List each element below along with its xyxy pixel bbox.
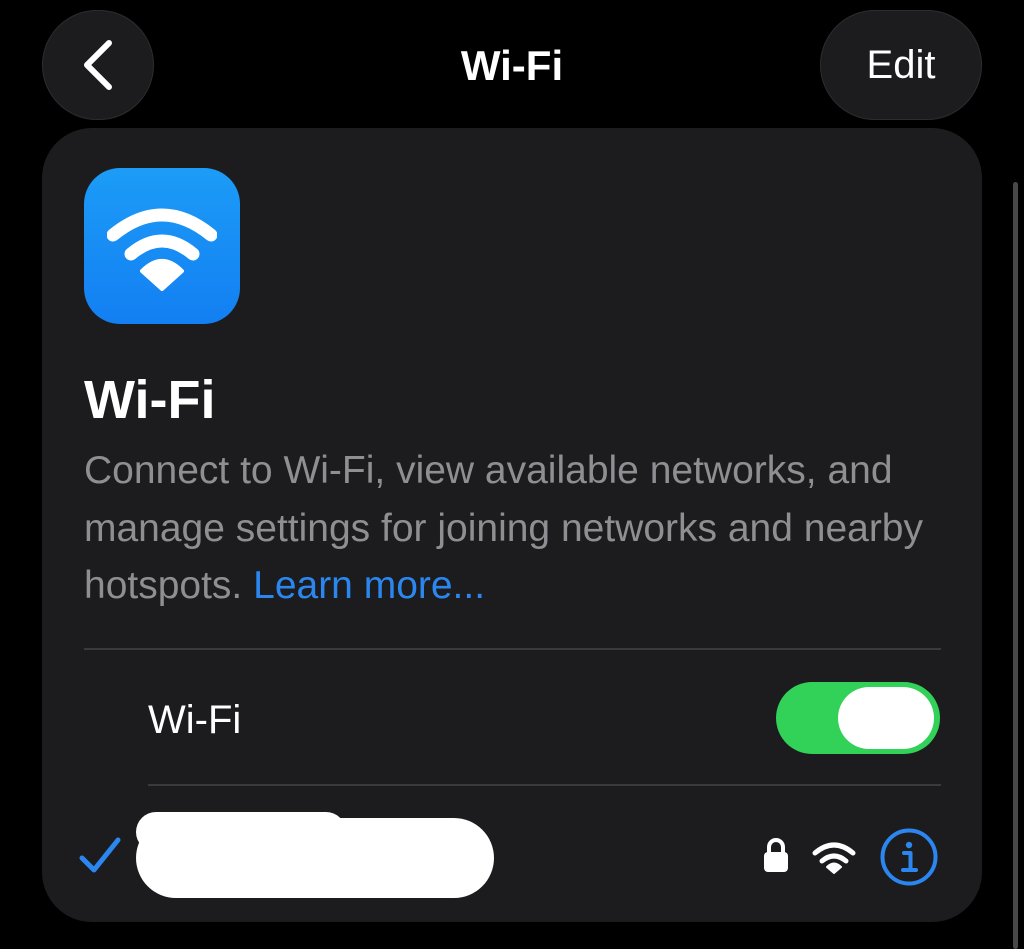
wifi-icon	[107, 208, 217, 291]
description-text: Connect to Wi-Fi, view available network…	[84, 449, 923, 607]
wifi-toggle-switch[interactable]	[776, 682, 940, 754]
chevron-left-icon	[84, 40, 112, 90]
wifi-toggle-row[interactable]: Wi-Fi	[42, 652, 982, 784]
back-button[interactable]	[42, 10, 154, 120]
checkmark-icon	[79, 837, 121, 873]
learn-more-link[interactable]: Learn more...	[253, 564, 485, 607]
navigation-bar: Wi-Fi Edit	[0, 0, 1024, 125]
info-icon[interactable]	[880, 828, 938, 886]
page-title: Wi-Fi	[460, 42, 564, 89]
wifi-settings-card: Wi-Fi Connect to Wi-Fi, view available n…	[42, 128, 982, 922]
lock-icon	[764, 838, 788, 872]
connected-network-row[interactable]	[42, 786, 982, 922]
wifi-toggle-label: Wi-Fi	[148, 698, 242, 742]
section-title: Wi-Fi	[84, 370, 216, 430]
wifi-signal-icon	[812, 842, 856, 874]
scroll-indicator[interactable]	[1013, 182, 1018, 949]
edit-button[interactable]: Edit	[820, 10, 982, 120]
wifi-app-icon	[84, 168, 240, 324]
divider	[84, 648, 941, 650]
section-description: Connect to Wi-Fi, view available network…	[84, 442, 944, 615]
toggle-knob	[838, 687, 934, 749]
redacted-network-name	[136, 812, 494, 898]
